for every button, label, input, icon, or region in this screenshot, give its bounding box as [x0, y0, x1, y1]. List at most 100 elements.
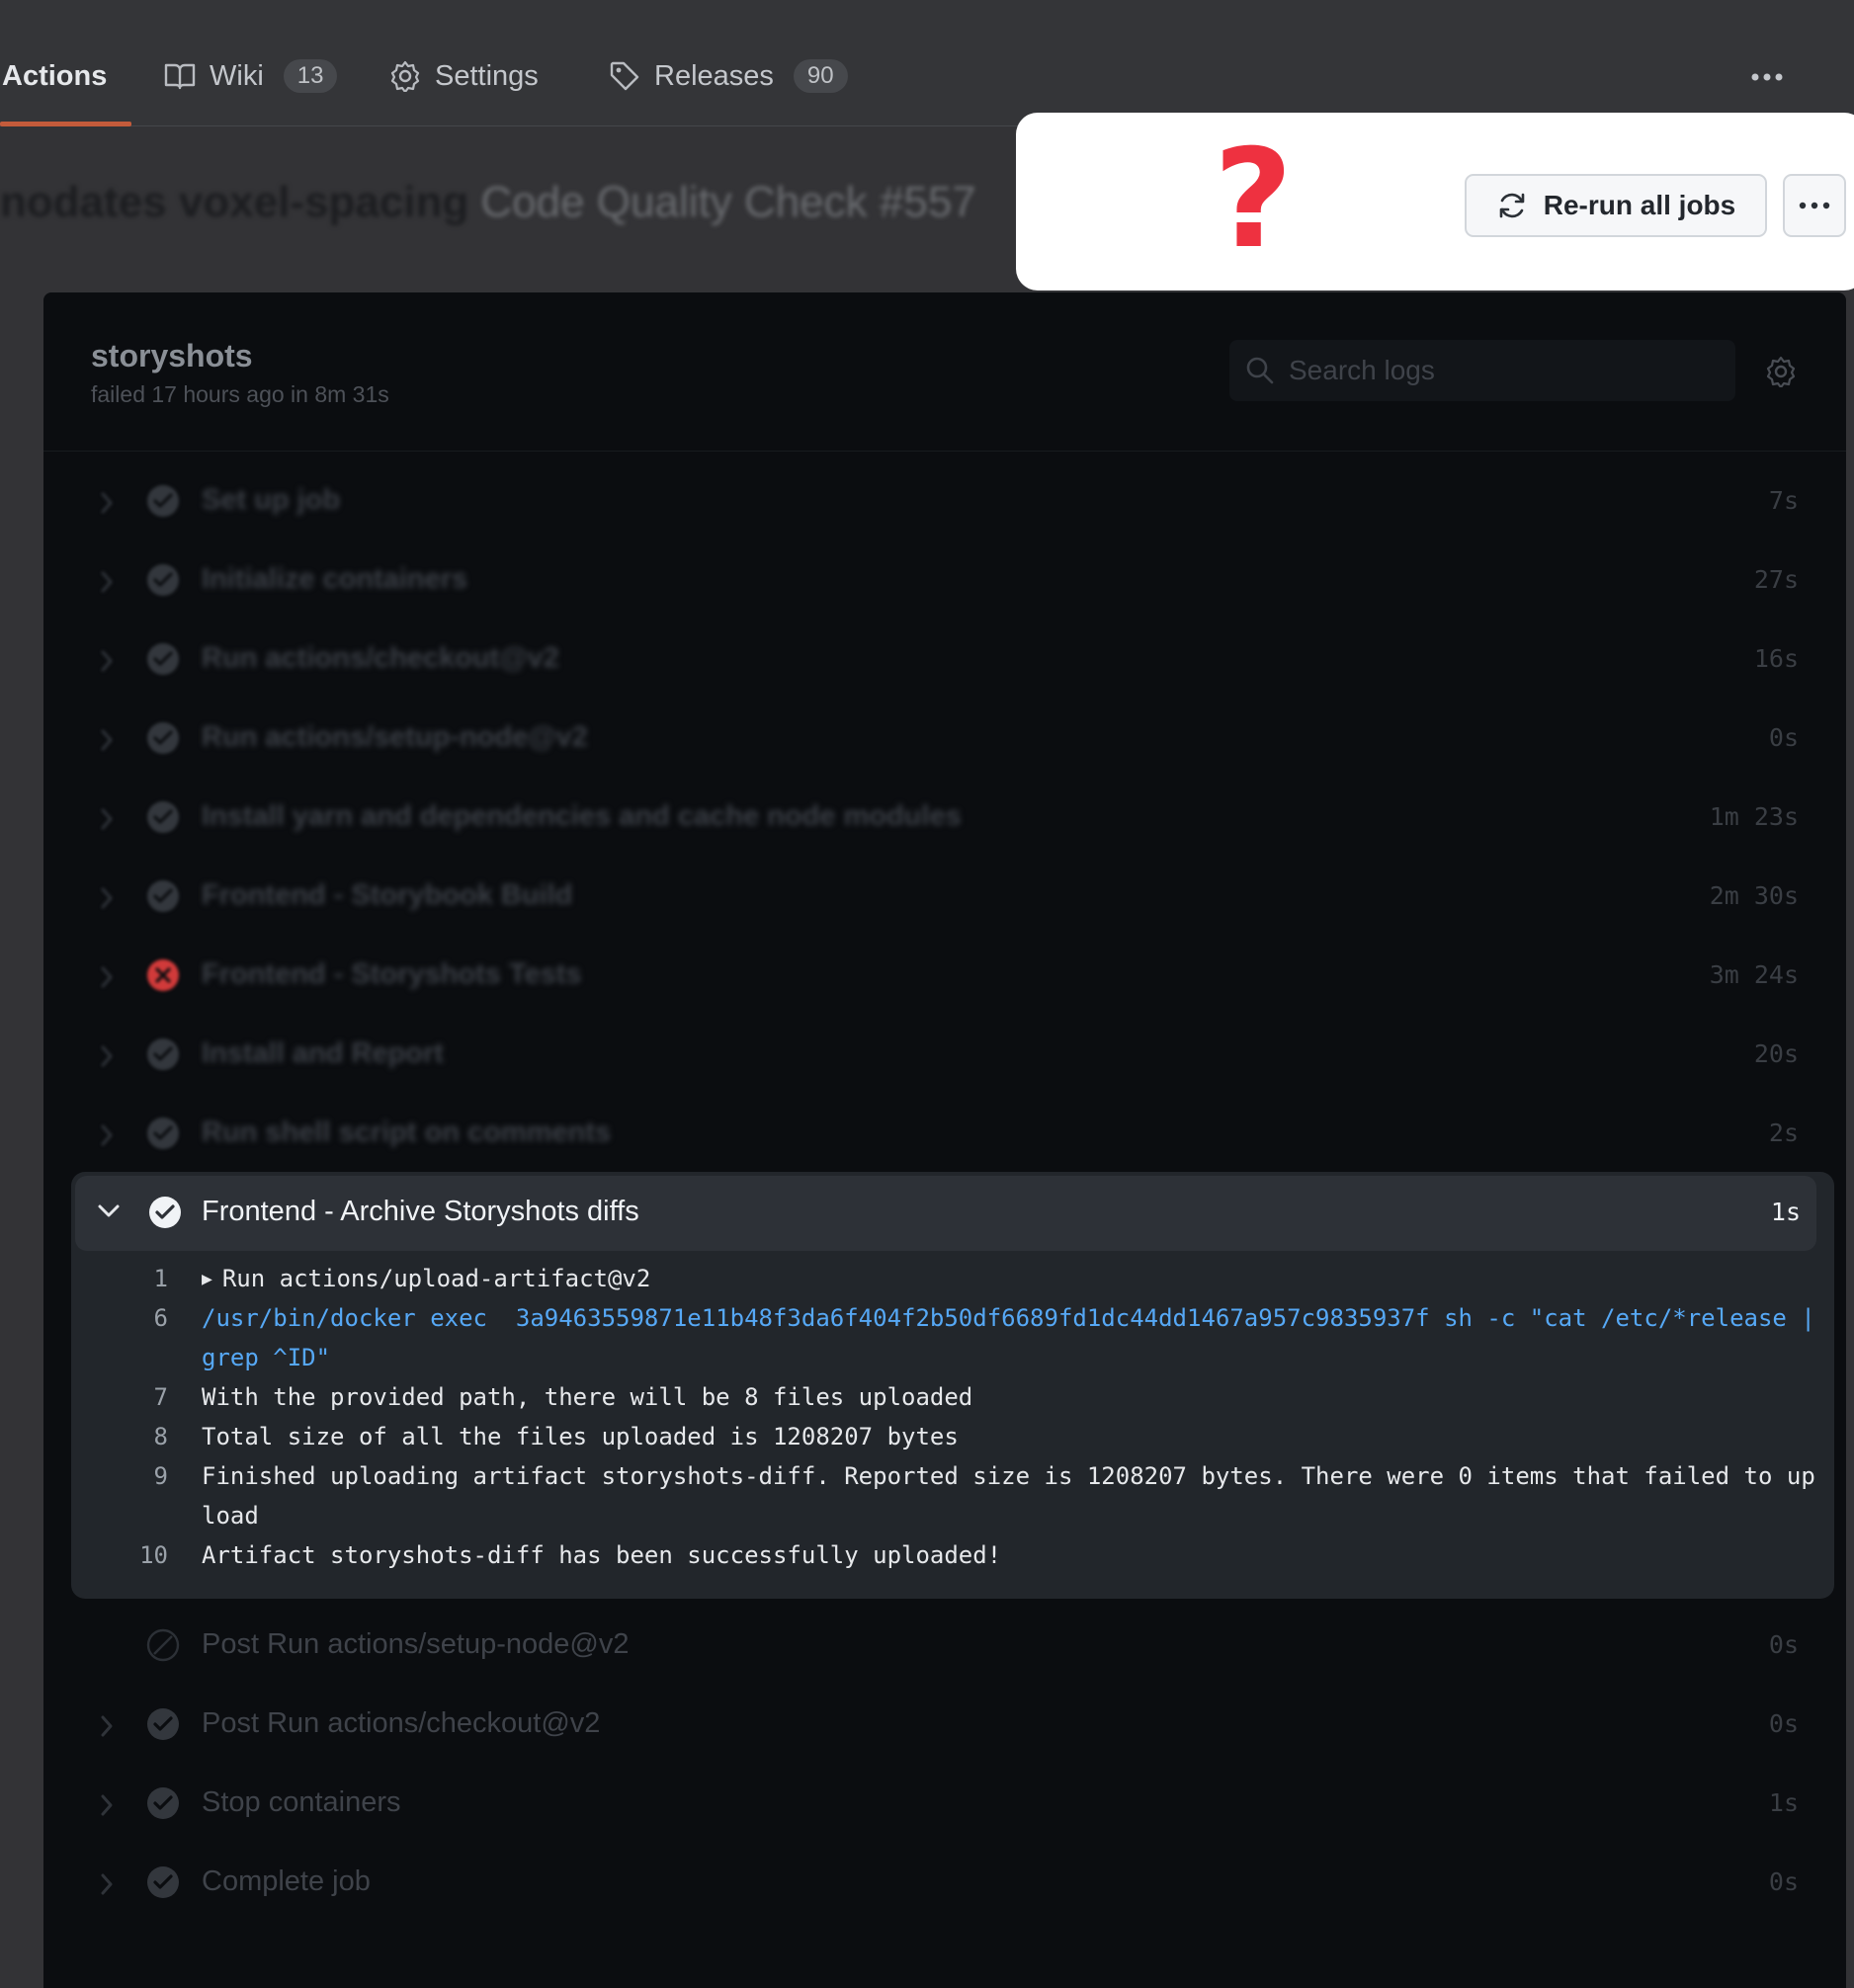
- step-name: Run shell script on comments: [202, 1117, 612, 1148]
- step-row[interactable]: Run shell script on comments 2s: [43, 1095, 1846, 1174]
- job-title: storyshots: [91, 338, 253, 373]
- step-row[interactable]: Set up job 7s: [43, 462, 1846, 541]
- step-name: Set up job: [202, 484, 341, 516]
- run-options-button[interactable]: [1783, 174, 1846, 237]
- check-circle-icon: [146, 563, 180, 597]
- highlight-popup: ? Re-run all jobs: [1016, 113, 1854, 290]
- book-icon: [164, 62, 196, 90]
- line-number[interactable]: 7: [91, 1377, 168, 1417]
- chevron-right-icon: [99, 965, 115, 989]
- step-duration: 2s: [1768, 1118, 1799, 1147]
- step-row[interactable]: Frontend - Storybook Build 2m 30s: [43, 858, 1846, 937]
- gear-icon: [389, 60, 421, 92]
- line-number[interactable]: 10: [91, 1535, 168, 1575]
- step-row[interactable]: Frontend - Storyshots Tests 3m 24s: [43, 937, 1846, 1016]
- tab-releases[interactable]: Releases 90: [609, 51, 848, 101]
- step-row[interactable]: Run actions/checkout@v2 16s: [43, 621, 1846, 700]
- chevron-right-icon: [99, 570, 115, 594]
- expanded-step-name: Frontend - Archive Storyshots diffs: [202, 1196, 639, 1227]
- wiki-count-badge: 13: [283, 59, 338, 93]
- tab-settings[interactable]: Settings: [389, 51, 539, 101]
- check-circle-icon: [146, 800, 180, 834]
- chevron-right-icon: [99, 807, 115, 831]
- step-duration: 16s: [1753, 644, 1799, 673]
- chevron-right-icon: [99, 649, 115, 673]
- step-row[interactable]: Post Run actions/setup-node@v2 0s: [43, 1607, 1846, 1686]
- search-logs-placeholder: Search logs: [1289, 355, 1435, 385]
- step-row[interactable]: Complete job 0s: [43, 1844, 1846, 1923]
- check-circle-icon: [146, 1117, 180, 1150]
- step-duration: 7s: [1768, 486, 1799, 515]
- step-name: Complete job: [202, 1865, 371, 1897]
- expanded-step-header[interactable]: Frontend - Archive Storyshots diffs 1s: [75, 1176, 1816, 1251]
- check-circle-icon: [146, 484, 180, 518]
- chevron-right-icon: [99, 1714, 115, 1738]
- rerun-all-jobs-button[interactable]: Re-run all jobs: [1465, 174, 1767, 237]
- job-status-meta: failed 17 hours ago in 8m 31s: [91, 381, 389, 407]
- step-row[interactable]: Install and Report 20s: [43, 1016, 1846, 1095]
- tab-actions-label: Actions: [2, 59, 108, 92]
- step-row[interactable]: Install yarn and dependencies and cache …: [43, 779, 1846, 858]
- chevron-right-icon: [99, 1044, 115, 1068]
- step-duration: 20s: [1753, 1039, 1799, 1068]
- step-row[interactable]: Post Run actions/checkout@v2 0s: [43, 1686, 1846, 1765]
- log-text-content: Finished uploading artifact storyshots-d…: [202, 1462, 1815, 1530]
- chevron-right-icon: [99, 491, 115, 515]
- search-icon: [1245, 356, 1275, 385]
- chevron-right-icon: [99, 886, 115, 910]
- search-logs-input[interactable]: Search logs: [1229, 340, 1735, 401]
- step-row[interactable]: Initialize containers 27s: [43, 541, 1846, 621]
- log-text-content: /usr/bin/docker exec 3a9463559871e11b48f…: [202, 1304, 1830, 1371]
- run-title-text: nodates voxel-spacing: [0, 178, 469, 226]
- step-row[interactable]: Stop containers 1s: [43, 1765, 1846, 1844]
- step-name: Run actions/setup-node@v2: [202, 721, 588, 753]
- chevron-right-icon: [99, 1872, 115, 1896]
- step-duration: 1m 23s: [1709, 802, 1799, 831]
- tab-wiki-label: Wiki: [210, 59, 264, 92]
- step-name: Post Run actions/checkout@v2: [202, 1707, 601, 1739]
- expanded-step: Frontend - Archive Storyshots diffs 1s 1…: [71, 1172, 1834, 1599]
- chevron-right-icon: [99, 1793, 115, 1817]
- run-title: nodates voxel-spacing Code Quality Check …: [0, 178, 976, 237]
- more-options-icon[interactable]: [1747, 59, 1787, 95]
- sync-icon: [1496, 190, 1528, 221]
- log-text: /usr/bin/docker exec 3a9463559871e11b48f…: [202, 1298, 1822, 1377]
- job-log-panel: storyshots failed 17 hours ago in 8m 31s…: [43, 292, 1846, 1988]
- step-duration: 0s: [1768, 723, 1799, 752]
- log-text: Artifact storyshots-diff has been succes…: [202, 1535, 1822, 1575]
- log-text-content: With the provided path, there will be 8 …: [202, 1383, 973, 1411]
- step-duration: 3m 24s: [1709, 960, 1799, 989]
- log-text: With the provided path, there will be 8 …: [202, 1377, 1822, 1417]
- check-circle-icon: [146, 1037, 180, 1071]
- skip-icon: [146, 1628, 180, 1662]
- x-circle-icon: [146, 958, 180, 992]
- step-duration: 0s: [1768, 1867, 1799, 1896]
- tab-actions[interactable]: Actions: [2, 51, 107, 101]
- triangle-right-icon: ▶: [202, 1269, 212, 1289]
- check-circle-icon: [146, 879, 180, 913]
- chevron-down-icon: [97, 1203, 121, 1219]
- step-name: Install and Report: [202, 1037, 444, 1069]
- step-duration: 0s: [1768, 1630, 1799, 1659]
- log-settings-gear-icon[interactable]: [1765, 356, 1797, 387]
- tag-icon: [609, 60, 640, 92]
- step-row[interactable]: Run actions/setup-node@v2 0s: [43, 700, 1846, 779]
- step-duration: 0s: [1768, 1709, 1799, 1738]
- log-text: Total size of all the files uploaded is …: [202, 1417, 1822, 1456]
- step-name: Frontend - Storyshots Tests: [202, 958, 582, 990]
- line-number[interactable]: 9: [91, 1456, 168, 1496]
- step-duration: 27s: [1753, 565, 1799, 594]
- check-circle-icon: [148, 1196, 182, 1229]
- line-number[interactable]: 8: [91, 1417, 168, 1456]
- line-number[interactable]: 1: [91, 1259, 168, 1298]
- log-text[interactable]: ▶ Run actions/upload-artifact@v2: [202, 1259, 1822, 1299]
- step-duration: 1s: [1768, 1788, 1799, 1817]
- step-name: Install yarn and dependencies and cache …: [202, 800, 962, 832]
- step-name: Stop containers: [202, 1786, 401, 1818]
- step-name: Post Run actions/setup-node@v2: [202, 1628, 630, 1660]
- line-number[interactable]: 6: [91, 1298, 168, 1338]
- rerun-all-jobs-label: Re-run all jobs: [1543, 190, 1736, 220]
- check-circle-icon: [146, 1707, 180, 1741]
- tab-wiki[interactable]: Wiki 13: [164, 51, 338, 101]
- log-text: Finished uploading artifact storyshots-d…: [202, 1456, 1822, 1535]
